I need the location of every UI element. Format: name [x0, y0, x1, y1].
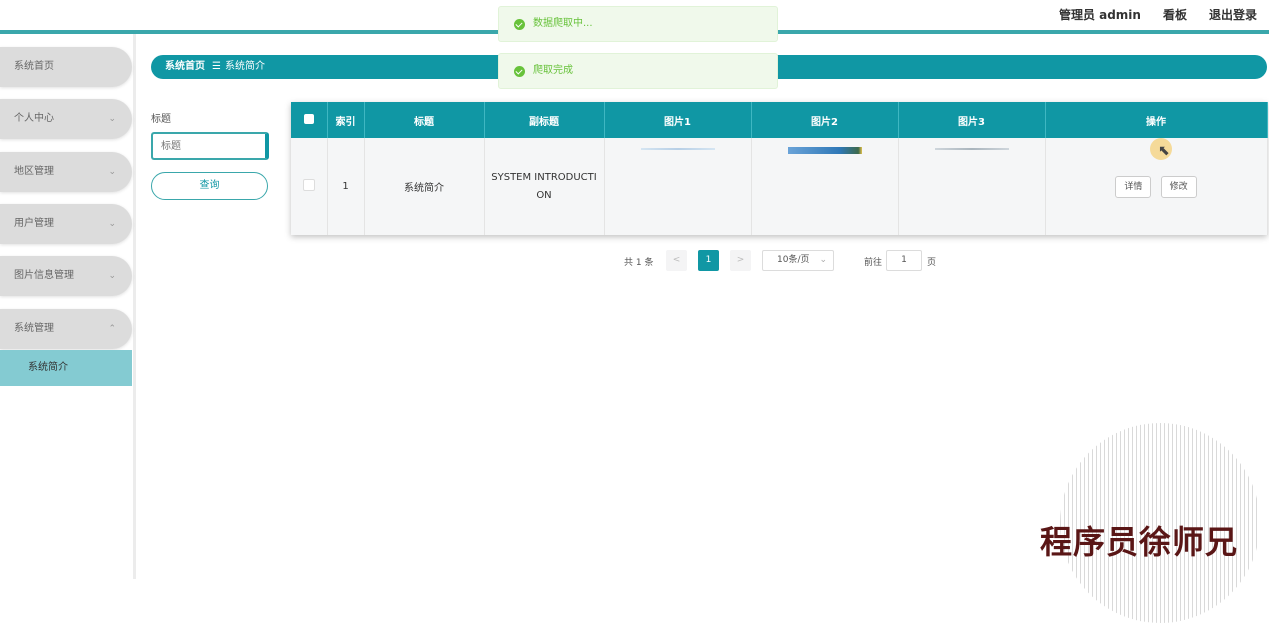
row-image1 — [604, 138, 752, 235]
row-checkbox[interactable] — [302, 179, 315, 191]
sidebar-item-label: 系统首页 — [14, 61, 54, 72]
next-page-button[interactable]: > — [730, 250, 751, 271]
sidebar-item-system-management[interactable]: 系统管理 ⌃ — [0, 309, 132, 349]
row-index: 1 — [327, 138, 365, 235]
pagination-total: 共 1 条 — [624, 258, 654, 268]
column-header-image2: 图片2 — [751, 102, 899, 138]
toast-message: 数据爬取中... — [533, 18, 593, 29]
row-image3 — [898, 138, 1046, 235]
chevron-down-icon: ⌄ — [819, 255, 827, 265]
row-image2 — [751, 138, 899, 235]
image3-thumbnail — [934, 148, 1009, 150]
detail-button[interactable]: 详情 — [1115, 175, 1152, 198]
column-header-title: 标题 — [364, 102, 485, 138]
search-title-input[interactable] — [151, 132, 269, 160]
page-size-value: 10条/页 — [777, 255, 810, 265]
row-subtitle-text: SYSTEM INTRODUCTION — [491, 171, 597, 201]
admin-user-label: 管理员 admin — [1058, 8, 1141, 22]
sidebar-item-label: 系统管理 — [14, 323, 54, 334]
sidebar: 系统首页 个人中心 ⌄ 地区管理 ⌄ 用户管理 ⌄ 图片信息管理 ⌄ 系统管理 … — [0, 34, 136, 579]
sidebar-item-region-management[interactable]: 地区管理 ⌄ — [0, 152, 132, 192]
chevron-down-icon: ⌄ — [108, 219, 116, 229]
breadcrumb-home-link[interactable]: 系统首页 — [165, 55, 205, 79]
breadcrumb-current: 系统简介 — [225, 61, 265, 72]
success-check-icon — [514, 19, 525, 30]
table-header-row: 索引 标题 副标题 图片1 图片2 图片3 操作 — [291, 102, 1268, 138]
page-size-select[interactable]: 10条/页 ⌄ — [762, 250, 834, 271]
search-title-label: 标题 — [151, 114, 171, 125]
sidebar-subitem-system-intro[interactable]: 系统简介 — [0, 350, 132, 386]
image1-thumbnail — [640, 148, 715, 150]
sidebar-subitem-label: 系统简介 — [28, 362, 68, 373]
goto-suffix: 页 — [927, 258, 937, 268]
watermark-text: 程序员徐师兄 — [1040, 523, 1239, 561]
edit-button[interactable]: 修改 — [1160, 175, 1197, 198]
header-actions: 管理员 admin 看板 退出登录 — [1059, 6, 1257, 23]
chevron-down-icon: ⌄ — [108, 114, 116, 124]
mouse-pointer-icon: ⬉ — [1158, 143, 1170, 159]
toast-crawl-complete: 爬取完成 — [498, 53, 778, 89]
sidebar-item-label: 地区管理 — [14, 166, 54, 177]
logout-link[interactable]: 退出登录 — [1209, 6, 1257, 23]
chevron-up-icon: ⌃ — [108, 324, 116, 334]
board-link[interactable]: 看板 — [1163, 6, 1187, 23]
breadcrumb-separator-icon: ☰ — [212, 61, 221, 72]
sidebar-item-home[interactable]: 系统首页 — [0, 47, 132, 87]
sidebar-item-label: 图片信息管理 — [14, 270, 74, 281]
column-header-image3: 图片3 — [898, 102, 1046, 138]
page-number-current[interactable]: 1 — [698, 250, 719, 271]
sidebar-item-label: 用户管理 — [14, 218, 54, 229]
image2-thumbnail — [787, 147, 862, 154]
chevron-down-icon: ⌄ — [108, 167, 116, 177]
row-title: 系统简介 — [364, 138, 485, 235]
row-subtitle: SYSTEM INTRODUCTION — [484, 138, 605, 235]
chevron-down-icon: ⌄ — [108, 271, 116, 281]
success-check-icon — [514, 66, 525, 77]
column-header-actions: 操作 — [1045, 102, 1268, 138]
header-select-all[interactable] — [291, 102, 328, 138]
row-select-cell[interactable] — [291, 138, 328, 235]
prev-page-button[interactable]: < — [666, 250, 687, 271]
sidebar-item-image-info-management[interactable]: 图片信息管理 ⌄ — [0, 256, 132, 296]
table-row: 1 系统简介 SYSTEM INTRODUCTION 详情 修改 — [291, 138, 1268, 235]
goto-prefix: 前往 — [864, 258, 883, 268]
select-all-checkbox[interactable] — [303, 113, 314, 124]
column-header-image1: 图片1 — [604, 102, 752, 138]
column-header-index: 索引 — [327, 102, 365, 138]
data-table: 索引 标题 副标题 图片1 图片2 图片3 操作 1 系统简介 SYSTEM I… — [291, 102, 1268, 235]
goto-page-input[interactable]: 1 — [886, 250, 922, 271]
toast-crawling: 数据爬取中... — [498, 6, 778, 42]
sidebar-item-personal-center[interactable]: 个人中心 ⌄ — [0, 99, 132, 139]
sidebar-item-user-management[interactable]: 用户管理 ⌄ — [0, 204, 132, 244]
search-button[interactable]: 查询 — [151, 172, 268, 200]
column-header-subtitle: 副标题 — [484, 102, 605, 138]
sidebar-item-label: 个人中心 — [14, 113, 54, 124]
toast-message: 爬取完成 — [533, 65, 573, 76]
